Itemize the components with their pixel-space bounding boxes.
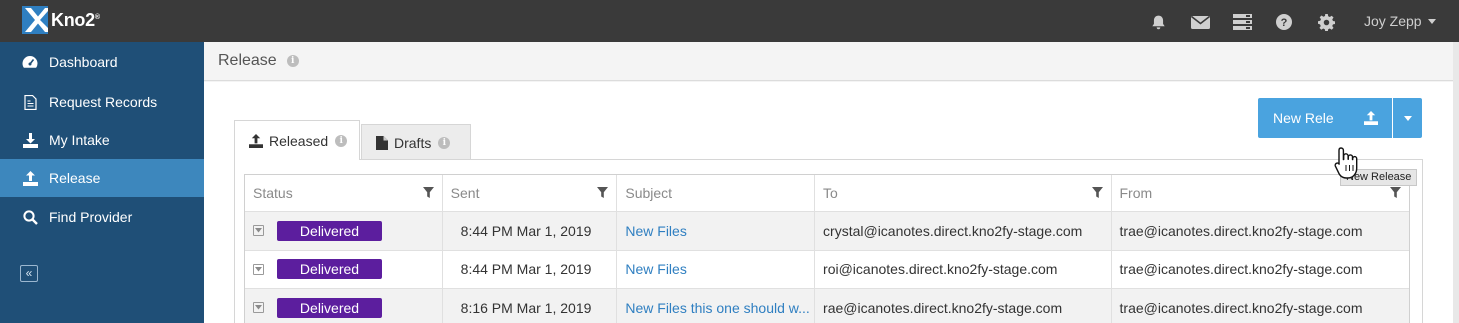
column-header-status[interactable]: Status — [245, 175, 443, 211]
upload-icon — [1364, 111, 1378, 125]
column-header-subject[interactable]: Subject — [617, 175, 816, 211]
to-cell: roi@icanotes.direct.kno2fy-stage.com — [815, 250, 1112, 288]
gear-icon[interactable] — [1316, 12, 1336, 32]
info-icon[interactable]: i — [438, 136, 451, 149]
caret-down-icon — [1403, 115, 1412, 121]
column-header-sent[interactable]: Sent — [443, 175, 618, 211]
table-header-row: Status Sent Subject To From — [245, 175, 1409, 212]
status-badge: Delivered — [277, 297, 382, 318]
server-icon[interactable] — [1232, 12, 1252, 32]
hand-pointer-cursor-icon — [1334, 147, 1358, 179]
scroll-gutter — [1453, 42, 1459, 323]
expand-row-icon[interactable] — [253, 302, 264, 314]
column-label: Subject — [625, 185, 673, 201]
from-cell: trae@icanotes.direct.kno2fy-stage.com — [1119, 299, 1363, 316]
status-badge: Delivered — [277, 259, 382, 280]
to-cell: crystal@icanotes.direct.kno2fy-stage.com — [815, 212, 1112, 250]
page-header: Release i — [204, 42, 1453, 81]
main-area: Release i New Rele Released i Drafts i S… — [204, 42, 1459, 323]
envelope-icon[interactable] — [1190, 12, 1210, 32]
upload-icon — [249, 133, 263, 148]
table-row[interactable]: Delivered 8:44 PM Mar 1, 2019 New Files … — [245, 250, 1409, 289]
tab-label: Released — [269, 132, 329, 149]
from-cell: trae@icanotes.direct.kno2fy-stage.com — [1119, 261, 1363, 278]
dashboard-icon — [22, 54, 38, 70]
chevron-down-icon — [1427, 18, 1436, 24]
release-table: Status Sent Subject To From Delivered 8:… — [244, 174, 1410, 323]
sidebar-item-label: My Intake — [49, 132, 110, 148]
new-release-button[interactable]: New Rele — [1258, 98, 1392, 138]
sidebar-item-dashboard[interactable]: Dashboard — [0, 43, 204, 81]
status-badge: Delivered — [277, 220, 382, 241]
column-label: To — [823, 185, 838, 201]
new-release-label: New Rele — [1273, 110, 1334, 126]
help-icon[interactable]: ? — [1274, 12, 1294, 32]
file-icon — [376, 135, 388, 150]
new-release-dropdown-button[interactable] — [1393, 98, 1422, 138]
logo-mark-icon — [22, 6, 48, 34]
info-icon[interactable]: i — [335, 134, 348, 147]
column-label: Sent — [450, 185, 480, 201]
sidebar-item-my-intake[interactable]: My Intake — [0, 121, 204, 159]
sent-cell: 8:44 PM Mar 1, 2019 — [443, 212, 618, 250]
from-cell: trae@icanotes.direct.kno2fy-stage.com — [1119, 222, 1363, 239]
sent-cell: 8:16 PM Mar 1, 2019 — [443, 289, 618, 323]
bell-icon[interactable] — [1148, 12, 1168, 32]
svg-text:?: ? — [1281, 17, 1288, 29]
tab-label: Drafts — [394, 134, 432, 151]
sidebar-item-request-records[interactable]: Request Records — [0, 83, 204, 121]
sidebar-item-find-provider[interactable]: Find Provider — [0, 198, 204, 236]
user-menu[interactable]: Joy Zepp — [1364, 13, 1436, 29]
filter-icon[interactable] — [597, 187, 609, 198]
table-row[interactable]: Delivered 8:44 PM Mar 1, 2019 New Files … — [245, 212, 1409, 251]
to-cell: rae@icanotes.direct.kno2fy-stage.com — [815, 289, 1112, 323]
sidebar-item-label: Dashboard — [49, 54, 118, 70]
download-icon — [22, 132, 38, 148]
upload-icon — [22, 170, 38, 186]
sidebar-collapse-button[interactable]: « — [20, 265, 38, 282]
sidebar: Dashboard Request Records My Intake Rele… — [0, 42, 204, 323]
sidebar-item-label: Release — [49, 170, 101, 186]
filter-icon[interactable] — [1091, 187, 1103, 198]
document-icon — [22, 94, 38, 110]
tab-released[interactable]: Released i — [234, 120, 360, 160]
tab-drafts[interactable]: Drafts i — [361, 124, 471, 160]
logo-text: Kno2 — [51, 9, 95, 30]
sidebar-item-label: Find Provider — [49, 209, 133, 225]
page-title: Release — [218, 52, 277, 69]
column-label: From — [1119, 185, 1153, 201]
sidebar-item-label: Request Records — [49, 94, 158, 110]
user-name: Joy Zepp — [1364, 13, 1422, 29]
info-icon[interactable]: i — [286, 55, 299, 67]
expand-row-icon[interactable] — [253, 263, 264, 275]
search-icon — [22, 209, 38, 225]
sent-cell: 8:44 PM Mar 1, 2019 — [443, 250, 618, 288]
expand-row-icon[interactable] — [253, 225, 264, 237]
filter-icon[interactable] — [1389, 187, 1401, 198]
top-bar: Kno2® ? Joy Zepp — [0, 0, 1459, 42]
column-header-to[interactable]: To — [815, 175, 1112, 211]
table-row[interactable]: Delivered 8:16 PM Mar 1, 2019 New Files … — [245, 289, 1409, 323]
logo-trademark: ® — [94, 13, 100, 21]
subject-link[interactable]: New Files — [625, 223, 686, 239]
column-label: Status — [253, 185, 293, 201]
subject-link[interactable]: New Files — [625, 261, 686, 277]
kno2-logo[interactable]: Kno2® — [22, 5, 100, 35]
content-area: New Rele Released i Drafts i Status Sent… — [204, 82, 1453, 323]
sidebar-item-release[interactable]: Release — [0, 159, 204, 197]
filter-icon[interactable] — [422, 187, 434, 198]
subject-link[interactable]: New Files this one should w... — [625, 300, 809, 316]
